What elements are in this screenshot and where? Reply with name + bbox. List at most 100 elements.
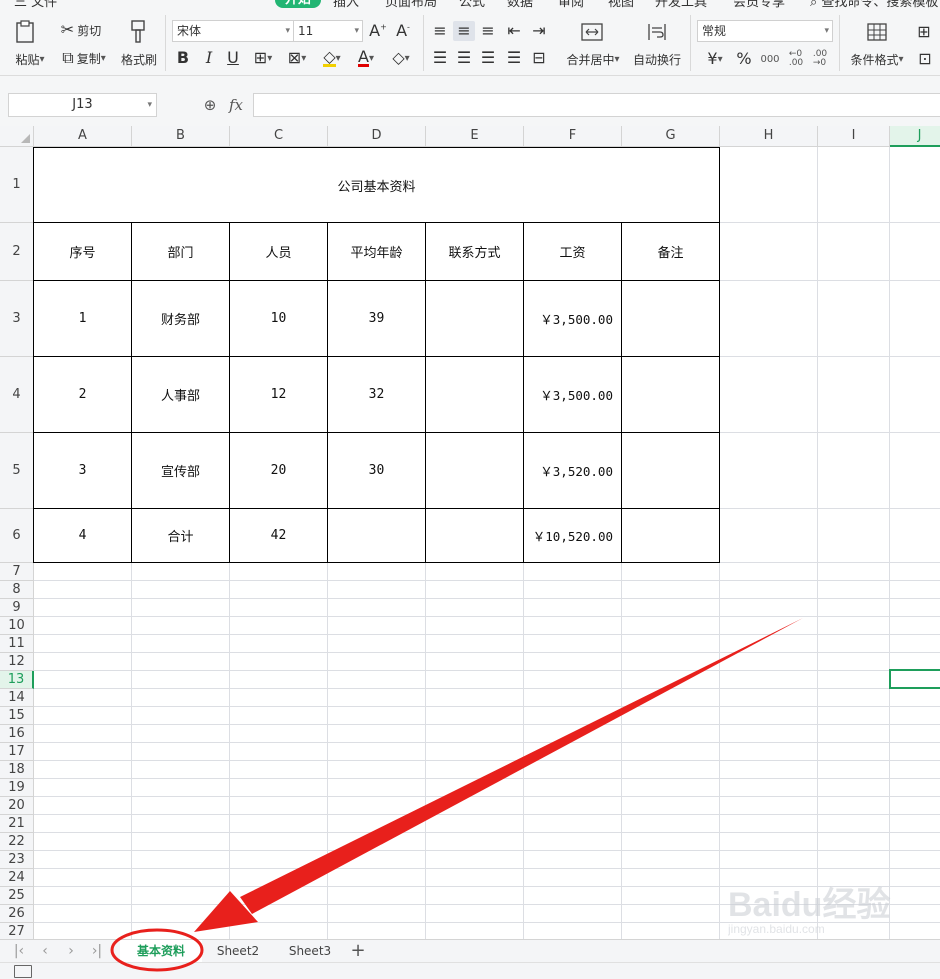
font-size-select[interactable]: 11 ▾ (293, 20, 363, 42)
align-right-icon[interactable]: ☰ (477, 48, 499, 68)
row-header-3[interactable]: 3 (0, 281, 34, 357)
menu-formulas[interactable]: 公式 (459, 0, 485, 9)
align-bottom-icon[interactable]: ≡ (477, 21, 499, 41)
table-cell[interactable]: 合计 (132, 509, 229, 562)
header-cell-staff[interactable]: 人员 (230, 223, 327, 280)
italic-icon[interactable]: I (198, 47, 220, 69)
table-cell[interactable]: 30 (328, 433, 425, 508)
row-header-23[interactable]: 23 (0, 851, 34, 869)
column-header-i[interactable]: I (818, 126, 890, 147)
prev-sheet-icon[interactable]: ‹ (36, 942, 54, 960)
row-header-12[interactable]: 12 (0, 653, 34, 671)
table-cell[interactable]: 人事部 (132, 357, 229, 432)
add-sheet-button[interactable]: + (348, 941, 368, 961)
format-painter-icon[interactable] (126, 19, 150, 45)
table-cell[interactable] (426, 357, 523, 432)
paste-button[interactable]: 粘贴 ▾ (10, 51, 50, 67)
table-cell[interactable]: 3 (34, 433, 131, 508)
formula-input[interactable] (253, 93, 940, 117)
table-cell[interactable]: 20 (230, 433, 327, 508)
align-center-icon[interactable]: ☰ (453, 48, 475, 68)
column-header-d[interactable]: D (328, 126, 426, 147)
column-header-c[interactable]: C (230, 126, 328, 147)
table-cell[interactable] (328, 509, 425, 562)
row-header-2[interactable]: 2 (0, 223, 34, 281)
number-format-select[interactable]: 常规 ▾ (697, 20, 833, 42)
align-left-icon[interactable]: ☰ (429, 48, 451, 68)
row-header-26[interactable]: 26 (0, 905, 34, 923)
spreadsheet-grid[interactable]: A B C D E F G H I J 1 2 3 4 5 6 7 8 9 10… (0, 126, 940, 939)
table-cell[interactable]: 32 (328, 357, 425, 432)
row-header-6[interactable]: 6 (0, 509, 34, 563)
row-header-1[interactable]: 1 (0, 147, 34, 223)
last-sheet-icon[interactable]: ›| (88, 942, 106, 960)
row-header-22[interactable]: 22 (0, 833, 34, 851)
table-cell[interactable] (426, 281, 523, 356)
row-header-14[interactable]: 14 (0, 689, 34, 707)
macro-record-icon[interactable] (14, 965, 32, 978)
zoom-icon[interactable]: ⊕ (200, 94, 220, 116)
table-cell[interactable]: ￥10,520.00 (524, 509, 621, 562)
column-header-b[interactable]: B (132, 126, 230, 147)
row-header-5[interactable]: 5 (0, 433, 34, 509)
column-header-j[interactable]: J (890, 126, 940, 147)
wrap-text-icon[interactable] (644, 20, 670, 44)
name-box[interactable]: J13 ▾ (8, 93, 157, 117)
header-cell-avg-age[interactable]: 平均年龄 (328, 223, 425, 280)
column-header-f[interactable]: F (524, 126, 622, 147)
table-cell[interactable] (426, 509, 523, 562)
grow-font-icon[interactable]: A+ (368, 20, 388, 42)
paste-icon[interactable] (10, 19, 40, 45)
thousands-separator-button[interactable]: 000 (757, 49, 783, 69)
table-cell[interactable]: 10 (230, 281, 327, 356)
table-cell[interactable] (622, 281, 719, 356)
header-cell-notes[interactable]: 备注 (622, 223, 719, 280)
row-header-15[interactable]: 15 (0, 707, 34, 725)
table-cell[interactable]: 4 (34, 509, 131, 562)
command-search[interactable]: ⌕ 查找命令、搜索模板 (810, 0, 938, 9)
cut-button[interactable]: ✂ 剪切 (56, 21, 106, 39)
conditional-format-button[interactable]: 条件格式 ▾ (846, 51, 908, 67)
row-header-4[interactable]: 4 (0, 357, 34, 433)
table-cell[interactable]: 宣传部 (132, 433, 229, 508)
insert-function-button[interactable]: fx (225, 94, 247, 116)
fill-color-icon[interactable]: ◇ ▾ (316, 47, 348, 69)
first-sheet-icon[interactable]: |‹ (10, 942, 28, 960)
menu-developer[interactable]: 开发工具 (655, 0, 707, 9)
row-header-13[interactable]: 13 (0, 671, 34, 689)
menu-page-layout[interactable]: 页面布局 (385, 0, 437, 9)
font-name-select[interactable]: 宋体 ▾ (172, 20, 294, 42)
table-cell[interactable]: 42 (230, 509, 327, 562)
menu-home[interactable]: 开始 (275, 0, 322, 8)
next-sheet-icon[interactable]: › (62, 942, 80, 960)
underline-icon[interactable]: U (222, 47, 244, 69)
column-header-g[interactable]: G (622, 126, 720, 147)
table-cell[interactable]: 1 (34, 281, 131, 356)
table-cell[interactable]: ￥3,500.00 (524, 281, 621, 356)
conditional-format-icon[interactable] (864, 20, 890, 44)
table-cell[interactable]: 财务部 (132, 281, 229, 356)
table-cell[interactable] (622, 509, 719, 562)
sheet-tab-sheet2[interactable]: Sheet2 (205, 940, 271, 962)
bold-icon[interactable]: B (172, 47, 194, 69)
decrease-decimal-icon[interactable]: .00 →0 (809, 49, 831, 69)
table-cell[interactable]: 12 (230, 357, 327, 432)
cell-style-icon[interactable]: ⊡ (912, 49, 938, 69)
merge-center-icon[interactable] (578, 20, 606, 44)
table-cell[interactable]: ￥3,500.00 (524, 357, 621, 432)
row-header-9[interactable]: 9 (0, 599, 34, 617)
row-header-27[interactable]: 27 (0, 923, 34, 939)
row-header-11[interactable]: 11 (0, 635, 34, 653)
row-header-7[interactable]: 7 (0, 563, 34, 581)
increase-indent-icon[interactable]: ⇥ (528, 21, 550, 41)
table-cell[interactable] (426, 433, 523, 508)
sheet-tab-basic-info[interactable]: 基本资料 (120, 940, 202, 962)
row-header-8[interactable]: 8 (0, 581, 34, 599)
copy-button[interactable]: ⧉ 复制 ▾ (56, 49, 112, 67)
menu-data[interactable]: 数据 (507, 0, 533, 9)
table-title-cell[interactable]: 公司基本资料 (34, 148, 719, 222)
distributed-icon[interactable]: ⊟ (528, 48, 550, 68)
row-header-21[interactable]: 21 (0, 815, 34, 833)
row-header-18[interactable]: 18 (0, 761, 34, 779)
sheet-tab-sheet3[interactable]: Sheet3 (277, 940, 343, 962)
